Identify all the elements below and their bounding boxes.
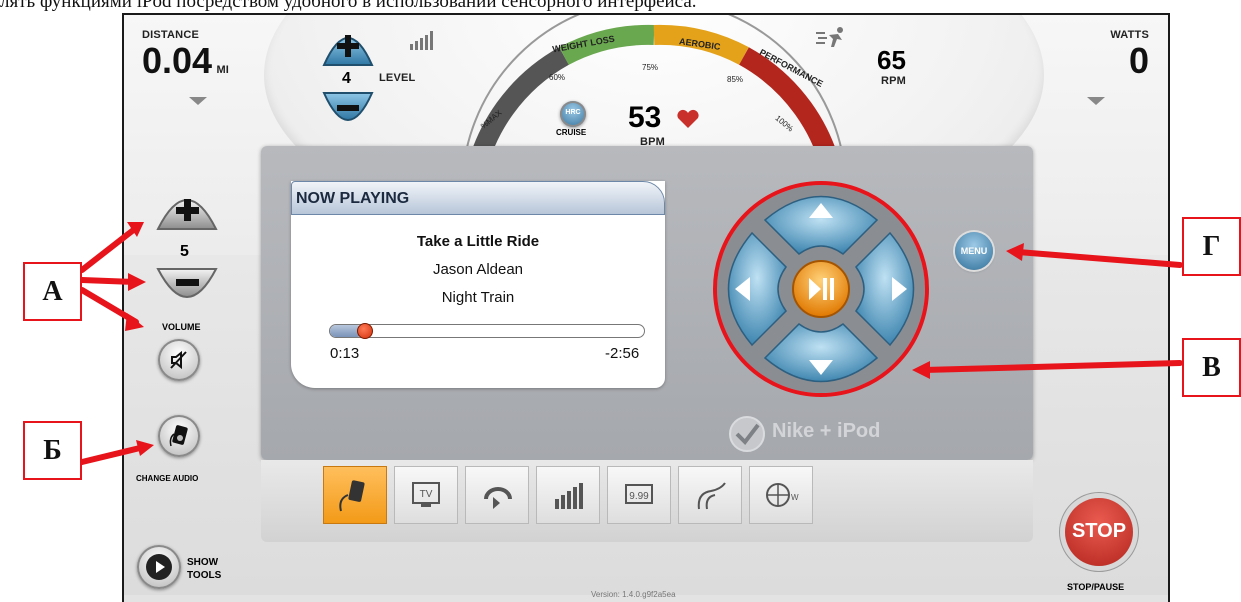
document-caption: лять функциями iPod посредством удобного…: [0, 0, 697, 11]
tool-program-chart-tab[interactable]: [536, 466, 600, 524]
mute-icon: [170, 350, 187, 370]
rpm-value: 65: [877, 45, 906, 75]
route-icon: [697, 482, 726, 510]
svg-text:W: W: [791, 493, 799, 502]
volume-up-button[interactable]: [154, 183, 220, 233]
menu-button[interactable]: MENU: [955, 232, 993, 270]
cruise-label: CRUISE: [556, 128, 587, 137]
svg-text:TV: TV: [420, 489, 433, 500]
mute-button[interactable]: [158, 339, 200, 381]
watts-stat: WATTS 0: [1104, 29, 1149, 79]
program-chart-icon: [555, 483, 583, 509]
volume-down-button[interactable]: [154, 265, 220, 315]
tool-ipod-tab[interactable]: [323, 466, 387, 524]
workout-profile-icon: [410, 31, 433, 50]
show-tools-label-line2: TOOLS: [187, 570, 222, 581]
track-title: Take a Little Ride: [416, 233, 540, 250]
wheel-next-button[interactable]: [879, 275, 907, 303]
stop-pause-label: STOP/PAUSE: [1067, 582, 1125, 592]
change-audio-button[interactable]: [158, 415, 200, 457]
menu-label: MENU: [960, 246, 988, 256]
rpm-label: RPM: [881, 75, 907, 87]
play-pause-button[interactable]: [793, 261, 849, 317]
progress-knob[interactable]: [357, 323, 373, 339]
annotation-b: Б: [23, 421, 82, 480]
track-album: Night Train: [441, 289, 515, 306]
distance-value: 0.04: [142, 40, 213, 81]
annotation-v: В: [1182, 338, 1241, 397]
play-arrow-icon: [146, 554, 172, 580]
stop-label: STOP: [1071, 520, 1127, 542]
distance-dropdown-icon[interactable]: [189, 97, 207, 105]
treadmill-console-screen: DISTANCE 0.04 MI WATTS 0 4 LEVEL WEIGHT …: [122, 13, 1170, 602]
ipod-icon: [339, 480, 365, 512]
now-playing-header: NOW PLAYING: [291, 181, 665, 215]
www-icon: W: [766, 483, 799, 507]
pct-60-label: 60%: [549, 73, 566, 82]
tv-icon: TV: [412, 482, 440, 507]
wheel-down-button[interactable]: [807, 351, 835, 379]
tool-price-tab[interactable]: 9.99: [607, 466, 671, 524]
wheel-up-button[interactable]: [807, 200, 835, 228]
hrc-label: HRC: [565, 109, 581, 116]
replay-icon: [484, 487, 512, 509]
level-value: 4: [342, 70, 351, 87]
volume-label: VOLUME: [162, 322, 201, 332]
distance-stat: DISTANCE 0.04 MI: [142, 29, 229, 79]
svg-text:9.99: 9.99: [629, 491, 649, 502]
ipod-audio-icon: [169, 425, 188, 447]
watts-value: 0: [1128, 40, 1149, 81]
wheel-previous-button[interactable]: [736, 275, 764, 303]
version-text: Version: 1.4.0.g9f2a5ea: [591, 590, 676, 599]
stop-button[interactable]: STOP: [1065, 498, 1133, 566]
annotation-g: Г: [1182, 217, 1241, 276]
volume-value: 5: [180, 243, 189, 260]
now-playing-title: NOW PLAYING: [296, 190, 410, 207]
heart-icon: [677, 109, 699, 128]
tool-tv-tab[interactable]: TV: [394, 466, 458, 524]
track-artist: Jason Aldean: [432, 261, 524, 278]
pct-85-label: 85%: [727, 75, 744, 84]
show-tools-label: SHOW TOOLS: [187, 556, 221, 582]
pct-75-label: 75%: [642, 63, 659, 72]
annotation-a: А: [23, 262, 82, 321]
tool-replay-tab[interactable]: [465, 466, 529, 524]
track-progress-bar[interactable]: [329, 323, 645, 339]
level-label: LEVEL: [379, 72, 416, 84]
price-icon: 9.99: [625, 484, 653, 504]
tool-www-tab[interactable]: W: [749, 466, 813, 524]
level-down-button[interactable]: [320, 89, 376, 137]
remaining-time: -2:56: [605, 345, 640, 362]
nike-checkmark-icon: [729, 416, 765, 452]
change-audio-label: CHANGE AUDIO: [136, 474, 199, 483]
watts-dropdown-icon[interactable]: [1087, 97, 1105, 105]
show-tools-label-line1: SHOW: [187, 557, 219, 568]
elapsed-time: 0:13: [330, 345, 360, 362]
tool-route-tab[interactable]: [678, 466, 742, 524]
nike-ipod-label: Nike + iPod: [772, 420, 881, 442]
runner-icon: [816, 27, 843, 47]
show-tools-button[interactable]: [137, 545, 181, 589]
hrc-cruise-button[interactable]: HRC: [560, 101, 586, 127]
bpm-value: 53: [628, 101, 662, 134]
distance-unit: MI: [216, 64, 229, 76]
level-up-button[interactable]: [320, 21, 376, 69]
